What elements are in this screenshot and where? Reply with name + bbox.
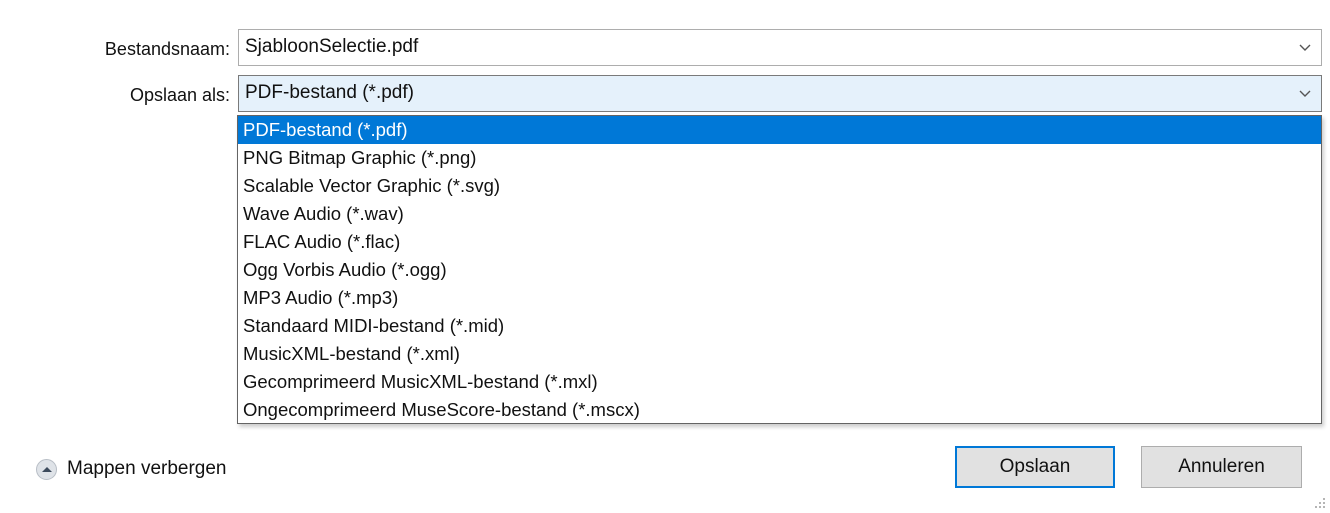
dropdown-option-mp3[interactable]: MP3 Audio (*.mp3) [238, 284, 1321, 312]
chevron-down-icon[interactable] [1297, 85, 1313, 101]
dropdown-option-flac[interactable]: FLAC Audio (*.flac) [238, 228, 1321, 256]
chevron-up-icon[interactable] [36, 458, 57, 480]
filename-value[interactable]: SjabloonSelectie.pdf [245, 36, 418, 57]
hide-folders-toggle[interactable]: Mappen verbergen [36, 455, 227, 483]
dropdown-option-svg[interactable]: Scalable Vector Graphic (*.svg) [238, 172, 1321, 200]
save-button[interactable]: Opslaan [955, 446, 1115, 488]
file-type-dropdown-list: PDF-bestand (*.pdf) PNG Bitmap Graphic (… [237, 115, 1322, 424]
dropdown-option-mid[interactable]: Standaard MIDI-bestand (*.mid) [238, 312, 1321, 340]
dropdown-option-pdf[interactable]: PDF-bestand (*.pdf) [238, 116, 1321, 144]
hide-folders-label[interactable]: Mappen verbergen [67, 458, 227, 480]
dropdown-option-mscx[interactable]: Ongecomprimeerd MuseScore-bestand (*.msc… [238, 396, 1321, 424]
resize-grip-icon[interactable] [1314, 497, 1326, 509]
save-as-combobox[interactable]: PDF-bestand (*.pdf) [238, 75, 1322, 112]
dropdown-option-png[interactable]: PNG Bitmap Graphic (*.png) [238, 144, 1321, 172]
dropdown-option-xml[interactable]: MusicXML-bestand (*.xml) [238, 340, 1321, 368]
save-file-dialog: Bestandsnaam: SjabloonSelectie.pdf Opsla… [0, 0, 1330, 513]
save-as-label: Opslaan als: [129, 85, 230, 105]
filename-combobox[interactable]: SjabloonSelectie.pdf [238, 29, 1322, 66]
save-as-value[interactable]: PDF-bestand (*.pdf) [245, 82, 414, 103]
cancel-button[interactable]: Annuleren [1141, 446, 1302, 488]
dropdown-option-ogg[interactable]: Ogg Vorbis Audio (*.ogg) [238, 256, 1321, 284]
filename-label: Bestandsnaam: [104, 39, 230, 59]
chevron-down-icon[interactable] [1297, 39, 1313, 55]
dropdown-option-mxl[interactable]: Gecomprimeerd MusicXML-bestand (*.mxl) [238, 368, 1321, 396]
dropdown-option-wav[interactable]: Wave Audio (*.wav) [238, 200, 1321, 228]
